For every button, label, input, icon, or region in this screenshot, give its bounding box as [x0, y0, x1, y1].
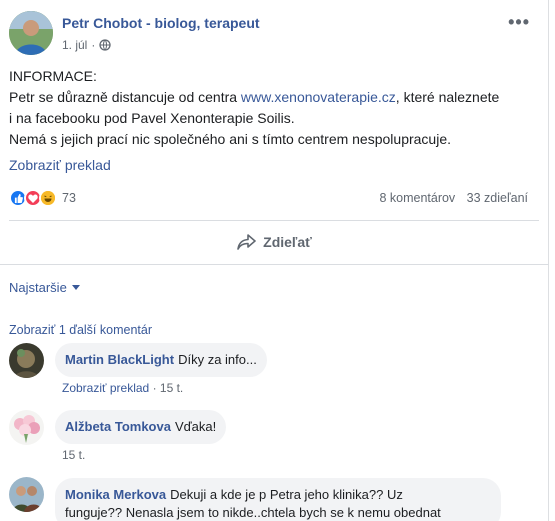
- commenter-name[interactable]: Monika Merkova: [65, 487, 166, 502]
- comments-count[interactable]: 8 komentárov: [379, 191, 455, 205]
- sort-label: Najstaršie: [9, 280, 67, 295]
- post-card: Petr Chobot - biolog, terapeut 1. júl · …: [0, 0, 549, 521]
- chevron-down-icon: [71, 285, 80, 290]
- post-line-2-start: Petr se důrazně distancuje od centra: [9, 89, 241, 105]
- share-icon: [237, 234, 257, 250]
- actions-separator: ·: [152, 381, 157, 395]
- haha-reaction-icon: [39, 189, 57, 207]
- shares-count[interactable]: 33 zdieľaní: [467, 191, 528, 205]
- post-line-3: i na facebooku pod Pavel Xenonterapie So…: [9, 110, 295, 126]
- commenter-avatar[interactable]: [9, 477, 44, 512]
- post-line-1: INFORMACE:: [9, 68, 97, 84]
- commenter-avatar[interactable]: [9, 343, 44, 378]
- comment-actions: 15 t.: [62, 448, 85, 462]
- comment-actions: Zobraziť preklad · 15 t.: [62, 381, 183, 395]
- comment-text: Dekuji a kde je p Petra jeho klinika?? U…: [170, 487, 403, 502]
- post-date[interactable]: 1. júl: [62, 38, 87, 52]
- post-line-2: Petr se důrazně distancuje od centra www…: [9, 87, 539, 108]
- comment-bubble: Monika Merkova Dekuji a kde je p Petra je…: [55, 478, 501, 521]
- commenter-name[interactable]: Alžbeta Tomkova: [65, 419, 171, 434]
- comment-bubble: Alžbeta Tomkova Vďaka!: [55, 410, 227, 444]
- post-line-2-end: , které naleznete: [395, 89, 500, 105]
- comment-time[interactable]: 15 t.: [160, 381, 183, 395]
- post-line-4: Nemá s jejich prací nic společného ani s…: [9, 131, 451, 147]
- comment-time[interactable]: 15 t.: [62, 448, 85, 462]
- see-translation-link[interactable]: Zobraziť preklad: [9, 157, 111, 173]
- reactions-summary[interactable]: 73: [9, 188, 76, 208]
- more-options-icon[interactable]: •••: [508, 12, 530, 33]
- share-label: Zdieľať: [263, 234, 312, 250]
- comment-sort-dropdown[interactable]: Najstaršie: [9, 280, 80, 295]
- engagement-counts: 8 komentárov 33 zdieľaní: [379, 191, 528, 205]
- comment-text: funguje?? Nenasla jsem to nikde..chtela …: [65, 505, 441, 520]
- divider: [9, 220, 539, 221]
- meta-separator: ·: [91, 38, 96, 52]
- comment-text: Díky za info...: [178, 352, 257, 367]
- post-meta: 1. júl ·: [62, 38, 112, 52]
- globe-icon[interactable]: [99, 39, 112, 51]
- post-text: INFORMACE: Petr se důrazně distancuje od…: [9, 66, 539, 150]
- comment-text: Vďaka!: [174, 419, 217, 434]
- author-name[interactable]: Petr Chobot - biolog, terapeut: [62, 15, 260, 31]
- commenter-name[interactable]: Martin BlackLight: [65, 352, 174, 367]
- author-avatar[interactable]: [9, 11, 53, 55]
- website-link[interactable]: www.xenonovaterapie.cz: [241, 89, 396, 105]
- comment-bubble: Martin BlackLight Díky za info...: [55, 343, 267, 377]
- view-more-comments-link[interactable]: Zobraziť 1 ďalší komentár: [9, 323, 152, 337]
- divider: [0, 264, 549, 265]
- see-translation-link[interactable]: Zobraziť preklad: [62, 381, 149, 395]
- commenter-avatar[interactable]: [9, 410, 44, 445]
- share-button[interactable]: Zdieľať: [0, 226, 549, 258]
- reaction-count[interactable]: 73: [62, 191, 76, 205]
